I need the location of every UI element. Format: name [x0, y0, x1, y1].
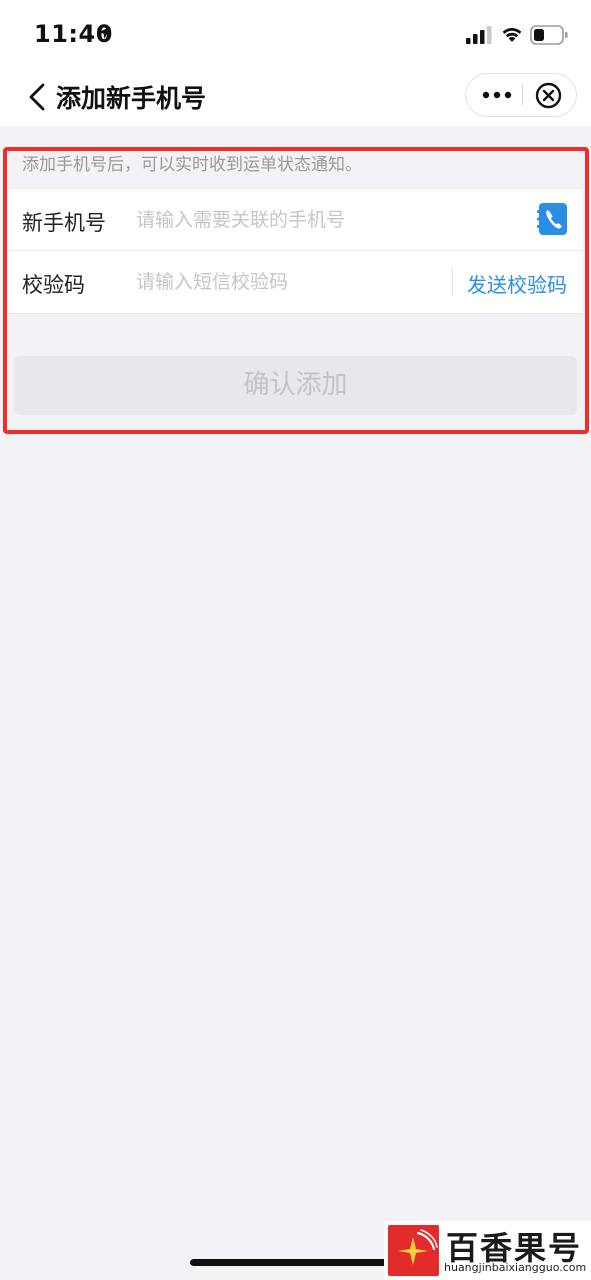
row-divider: [452, 268, 453, 296]
watermark: 百香果号 huangjinbaixiangguo.com: [384, 1221, 591, 1280]
page-title: 添加新手机号: [56, 84, 207, 113]
phone-row: 新手机号: [8, 189, 583, 251]
phone-input[interactable]: [136, 205, 426, 235]
status-bar: 11:40: [0, 0, 591, 70]
chevron-left-icon[interactable]: [26, 82, 50, 112]
confirm-add-button[interactable]: 确认添加: [14, 356, 577, 415]
tip-text: 添加手机号后，可以实时收到运单状态通知。: [22, 155, 362, 175]
contacts-phone-icon[interactable]: [537, 202, 569, 236]
capsule-divider: [522, 84, 523, 106]
cellular-signal-icon: [466, 26, 492, 44]
home-indicator: [190, 1259, 400, 1266]
code-input[interactable]: [136, 267, 426, 297]
send-code-button[interactable]: 发送校验码: [467, 269, 567, 298]
wifi-icon: [502, 27, 522, 42]
watermark-url: huangjinbaixiangguo.com: [444, 1261, 587, 1274]
code-row: 校验码 发送校验码: [8, 251, 583, 313]
location-arrow-icon: [98, 27, 110, 39]
nav-bar: 添加新手机号: [0, 70, 591, 126]
close-circle-icon[interactable]: [535, 82, 562, 109]
phone-label: 新手机号: [22, 211, 106, 235]
mini-program-capsule: [465, 73, 577, 117]
code-label: 校验码: [22, 273, 85, 297]
battery-icon: [530, 25, 568, 45]
watermark-logo-icon: [388, 1225, 439, 1276]
phone-form: 新手机号 校验码 发送校验码: [8, 188, 583, 314]
more-dots-icon[interactable]: [480, 84, 514, 106]
